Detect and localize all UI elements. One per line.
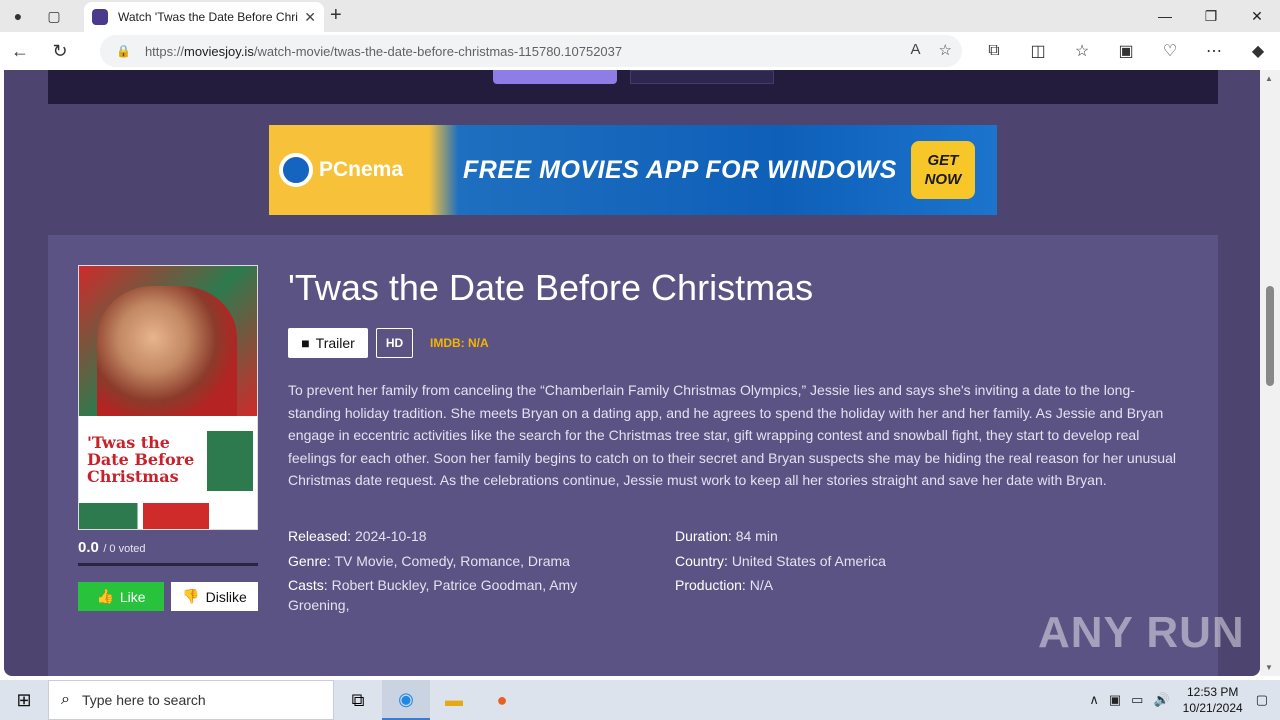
active-tab[interactable]: Watch 'Twas the Date Before Christmas ✕ (84, 2, 324, 32)
rating: 0.0 / 0 voted (78, 539, 146, 557)
browser-navbar: ← ↻ 🔒 https://moviesjoy.is/watch-movie/t… (0, 32, 1280, 70)
ad-banner[interactable]: PCnema FREE MOVIES APP FOR WINDOWS GET N… (269, 125, 997, 215)
edge-browser-icon[interactable]: ◉ (382, 680, 430, 720)
poster-chat-icon (207, 431, 253, 491)
more-menu-icon[interactable]: ⋯ (1192, 41, 1236, 61)
collections-icon[interactable]: ▣ (1104, 41, 1148, 61)
tab-close-icon[interactable]: ✕ (304, 9, 316, 26)
profile-icon[interactable]: ● (0, 0, 36, 32)
split-screen-icon[interactable]: ◫ (1016, 41, 1060, 61)
meta-released: Released: 2024-10-18 (288, 528, 427, 544)
rating-score: 0.0 (78, 539, 99, 556)
pcnema-logo-icon (279, 153, 313, 187)
rating-voted: / 0 voted (103, 543, 146, 555)
poster-title: 'Twas the Date Before Christmas (87, 433, 195, 486)
read-aloud-icon[interactable]: A (911, 41, 921, 59)
trailer-label: Trailer (315, 335, 355, 351)
meta-production: Production: N/A (675, 577, 774, 593)
close-window-icon[interactable]: ✕ (1234, 0, 1280, 32)
refresh-icon[interactable]: ↻ (40, 32, 80, 70)
scroll-down-icon[interactable]: ▼ (1265, 663, 1273, 672)
file-explorer-icon[interactable]: ▬ (430, 680, 478, 720)
volume-icon[interactable]: 🔊 (1153, 692, 1169, 708)
movie-description: To prevent her family from canceling the… (288, 382, 1176, 489)
movie-poster: 'Twas the Date Before Christmas (78, 265, 258, 530)
firefox-icon[interactable]: ● (478, 680, 526, 720)
copilot-icon[interactable]: ◆ (1236, 41, 1280, 61)
lock-icon[interactable]: 🔒 (116, 44, 131, 58)
quality-badge: HD (376, 328, 413, 358)
meta-casts: Casts: Robert Buckley, Patrice Goodman, … (288, 577, 578, 613)
dislike-label: Dislike (205, 588, 247, 605)
meta-genre: Genre: TV Movie, Comedy, Romance, Drama (288, 553, 570, 569)
server-button[interactable] (493, 70, 617, 84)
new-tab-icon[interactable]: + (330, 4, 342, 27)
url-text: https://moviesjoy.is/watch-movie/twas-th… (144, 43, 623, 59)
like-label: Like (119, 588, 146, 605)
scroll-up-icon[interactable]: ▲ (1265, 74, 1273, 83)
meet-now-icon[interactable]: ▣ (1109, 692, 1121, 708)
minimize-icon[interactable]: — (1142, 0, 1188, 32)
browser-titlebar: ● ▢ Watch 'Twas the Date Before Christma… (0, 0, 1280, 32)
thumbs-down-icon: 👎 (182, 588, 200, 604)
trailer-button[interactable]: ■ Trailer (288, 328, 368, 358)
search-icon: ⌕ (61, 691, 70, 708)
clock-date: 10/21/2024 (1182, 701, 1243, 715)
windows-start-icon[interactable]: ⊞ (0, 680, 48, 720)
like-button[interactable]: 👍 Like (78, 582, 164, 611)
banner-headline: FREE MOVIES APP FOR WINDOWS (463, 155, 897, 184)
banner-logo: PCnema (279, 153, 403, 187)
movie-title: 'Twas the Date Before Christmas (288, 267, 814, 308)
player-strip (48, 70, 1218, 104)
taskbar-search[interactable]: ⌕ Type here to search (48, 680, 334, 720)
browser-essentials-icon[interactable]: ♡ (1148, 41, 1192, 61)
tab-favicon-icon (92, 9, 108, 25)
page-content: PCnema FREE MOVIES APP FOR WINDOWS GET N… (4, 70, 1260, 676)
rating-bar (78, 563, 258, 566)
scroll-thumb[interactable] (1266, 286, 1274, 386)
clock-time: 12:53 PM (1186, 685, 1239, 699)
page-viewport: PCnema FREE MOVIES APP FOR WINDOWS GET N… (0, 70, 1280, 680)
address-bar[interactable]: 🔒 https://moviesjoy.is/watch-movie/twas-… (100, 35, 962, 67)
banner-get-now-button[interactable]: GET NOW (910, 141, 975, 199)
imdb-rating: IMDB: N/A (430, 336, 489, 350)
dislike-button[interactable]: 👎 Dislike (171, 582, 258, 611)
task-view-icon[interactable]: ⧉ (334, 680, 382, 720)
restore-icon[interactable]: ❐ (1188, 0, 1234, 32)
favorites-icon[interactable]: ☆ (1060, 41, 1104, 61)
meta-duration: Duration: 84 min (675, 528, 778, 544)
meta-country: Country: United States of America (675, 553, 886, 569)
extensions-icon[interactable]: ⧉ (972, 42, 1016, 60)
server-button-alt[interactable] (630, 70, 774, 84)
page-scrollbar[interactable]: ▲ ▼ (1260, 70, 1280, 676)
favorite-star-icon[interactable]: ☆ (939, 41, 952, 59)
notifications-icon[interactable]: ▢ (1256, 692, 1268, 708)
network-icon[interactable]: ▭ (1131, 692, 1143, 708)
search-placeholder: Type here to search (81, 692, 206, 708)
tab-actions-icon[interactable]: ▢ (36, 0, 72, 32)
video-camera-icon: ■ (301, 335, 310, 351)
banner-brand: PCnema (319, 158, 404, 181)
taskbar: ⊞ ⌕ Type here to search ⧉ ◉ ▬ ● ∧ ▣ ▭ 🔊 … (0, 680, 1280, 720)
back-icon[interactable]: ← (0, 32, 40, 70)
tab-title: Watch 'Twas the Date Before Christmas (118, 10, 298, 24)
system-clock[interactable]: 12:53 PM 10/21/2024 (1183, 684, 1243, 716)
anyrun-watermark: ANY RUN (1038, 608, 1245, 657)
show-hidden-icons-icon[interactable]: ∧ (1089, 692, 1099, 708)
thumbs-up-icon: 👍 (96, 588, 114, 604)
